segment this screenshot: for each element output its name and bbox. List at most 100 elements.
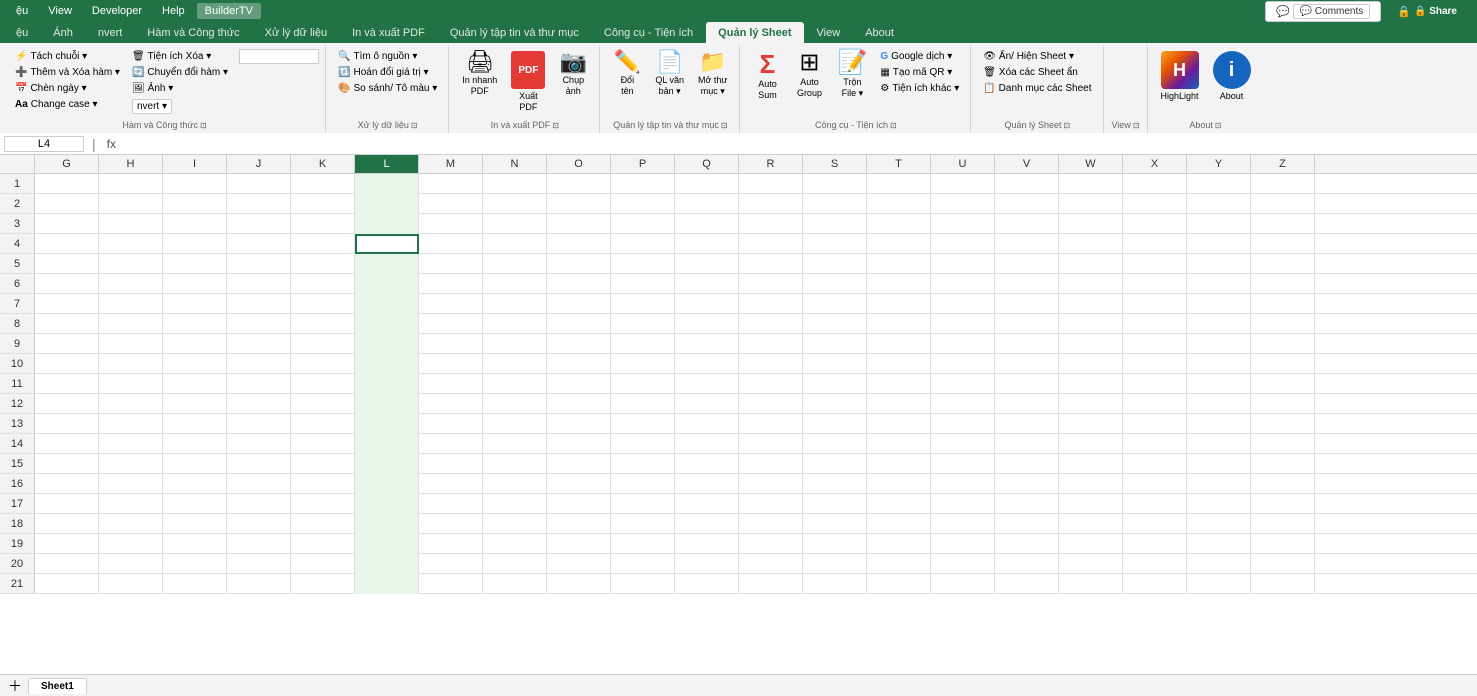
cell-O9[interactable]: [547, 334, 611, 354]
tab-lieu[interactable]: ệu: [4, 23, 40, 43]
cell-J21[interactable]: [227, 574, 291, 594]
cell-L3[interactable]: [355, 214, 419, 234]
col-header-W[interactable]: W: [1059, 155, 1123, 173]
cell-W13[interactable]: [1059, 414, 1123, 434]
cell-K18[interactable]: [291, 514, 355, 534]
cell-R11[interactable]: [739, 374, 803, 394]
row-number-1[interactable]: 1: [0, 174, 35, 193]
cell-R4[interactable]: [739, 234, 803, 254]
cell-U5[interactable]: [931, 254, 995, 274]
cell-H11[interactable]: [99, 374, 163, 394]
cell-M19[interactable]: [419, 534, 483, 554]
cell-P20[interactable]: [611, 554, 675, 574]
cell-S17[interactable]: [803, 494, 867, 514]
cell-H16[interactable]: [99, 474, 163, 494]
cell-Q18[interactable]: [675, 514, 739, 534]
cell-O12[interactable]: [547, 394, 611, 414]
cell-W6[interactable]: [1059, 274, 1123, 294]
cell-S19[interactable]: [803, 534, 867, 554]
cell-Y7[interactable]: [1187, 294, 1251, 314]
cell-V14[interactable]: [995, 434, 1059, 454]
cell-O19[interactable]: [547, 534, 611, 554]
cell-N11[interactable]: [483, 374, 547, 394]
cell-P15[interactable]: [611, 454, 675, 474]
cell-R7[interactable]: [739, 294, 803, 314]
cell-X20[interactable]: [1123, 554, 1187, 574]
cell-X2[interactable]: [1123, 194, 1187, 214]
cell-U6[interactable]: [931, 274, 995, 294]
cell-I2[interactable]: [163, 194, 227, 214]
cell-L10[interactable]: [355, 354, 419, 374]
cell-W19[interactable]: [1059, 534, 1123, 554]
menu-view[interactable]: View: [40, 3, 80, 19]
btn-tim-o-nguon[interactable]: 🔍 Tìm ô nguồn ▾: [333, 49, 442, 64]
cell-Q12[interactable]: [675, 394, 739, 414]
cell-S3[interactable]: [803, 214, 867, 234]
cell-M18[interactable]: [419, 514, 483, 534]
cell-N2[interactable]: [483, 194, 547, 214]
group-cong-cu-expand[interactable]: ⊡: [890, 121, 897, 130]
cell-R12[interactable]: [739, 394, 803, 414]
col-header-T[interactable]: T: [867, 155, 931, 173]
cell-W4[interactable]: [1059, 234, 1123, 254]
cell-P13[interactable]: [611, 414, 675, 434]
cell-L9[interactable]: [355, 334, 419, 354]
row-number-13[interactable]: 13: [0, 414, 35, 433]
cell-X5[interactable]: [1123, 254, 1187, 274]
cell-S9[interactable]: [803, 334, 867, 354]
cell-V12[interactable]: [995, 394, 1059, 414]
btn-tien-ich-khac[interactable]: ⚙ Tiện ích khác ▾: [875, 81, 964, 96]
cell-V4[interactable]: [995, 234, 1059, 254]
cell-G2[interactable]: [35, 194, 99, 214]
col-header-S[interactable]: S: [803, 155, 867, 173]
cell-J17[interactable]: [227, 494, 291, 514]
cell-O7[interactable]: [547, 294, 611, 314]
cell-S16[interactable]: [803, 474, 867, 494]
cell-K17[interactable]: [291, 494, 355, 514]
cell-K8[interactable]: [291, 314, 355, 334]
cell-Z8[interactable]: [1251, 314, 1315, 334]
cell-I21[interactable]: [163, 574, 227, 594]
col-header-L[interactable]: L: [355, 155, 419, 173]
cell-S20[interactable]: [803, 554, 867, 574]
cell-S13[interactable]: [803, 414, 867, 434]
cell-J6[interactable]: [227, 274, 291, 294]
btn-change-case[interactable]: Aa Change case ▾: [10, 97, 125, 112]
cell-Y1[interactable]: [1187, 174, 1251, 194]
cell-H1[interactable]: [99, 174, 163, 194]
tab-in-xuat[interactable]: In và xuất PDF: [340, 23, 437, 43]
cell-J1[interactable]: [227, 174, 291, 194]
cell-X4[interactable]: [1123, 234, 1187, 254]
col-header-H[interactable]: H: [99, 155, 163, 173]
cell-G17[interactable]: [35, 494, 99, 514]
cell-X10[interactable]: [1123, 354, 1187, 374]
cell-K16[interactable]: [291, 474, 355, 494]
cell-Y5[interactable]: [1187, 254, 1251, 274]
cell-Z3[interactable]: [1251, 214, 1315, 234]
cell-K4[interactable]: [291, 234, 355, 254]
cell-M21[interactable]: [419, 574, 483, 594]
cell-V5[interactable]: [995, 254, 1059, 274]
cell-L21[interactable]: [355, 574, 419, 594]
cell-R19[interactable]: [739, 534, 803, 554]
cell-I19[interactable]: [163, 534, 227, 554]
cell-P2[interactable]: [611, 194, 675, 214]
cell-P17[interactable]: [611, 494, 675, 514]
cell-U10[interactable]: [931, 354, 995, 374]
cell-O4[interactable]: [547, 234, 611, 254]
cell-T18[interactable]: [867, 514, 931, 534]
name-box[interactable]: [4, 136, 84, 152]
cell-V7[interactable]: [995, 294, 1059, 314]
cell-L8[interactable]: [355, 314, 419, 334]
cell-J13[interactable]: [227, 414, 291, 434]
btn-google-dich[interactable]: G Google dịch ▾: [875, 49, 964, 64]
cell-Z1[interactable]: [1251, 174, 1315, 194]
cell-V13[interactable]: [995, 414, 1059, 434]
cell-S12[interactable]: [803, 394, 867, 414]
cell-T21[interactable]: [867, 574, 931, 594]
cell-N19[interactable]: [483, 534, 547, 554]
cell-Z13[interactable]: [1251, 414, 1315, 434]
cell-X16[interactable]: [1123, 474, 1187, 494]
cell-L12[interactable]: [355, 394, 419, 414]
cell-N7[interactable]: [483, 294, 547, 314]
